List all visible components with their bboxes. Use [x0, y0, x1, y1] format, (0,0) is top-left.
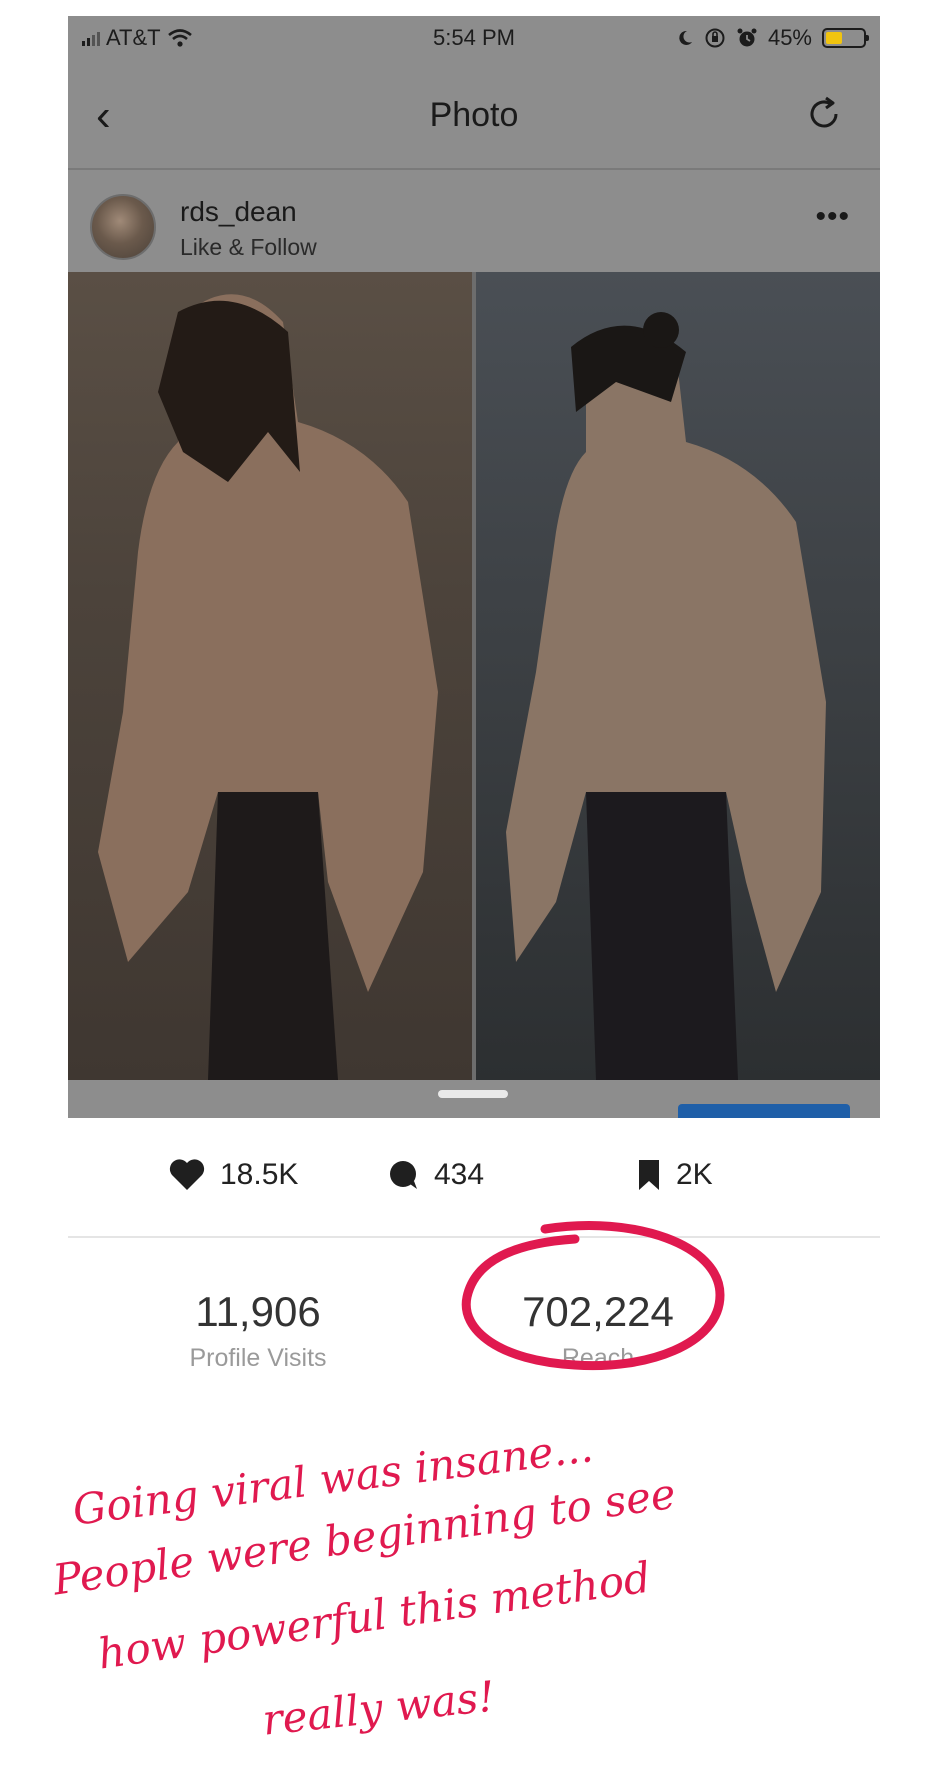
status-right-group: 45% — [676, 25, 869, 51]
handwritten-annotation: Going viral was insane... People were be… — [0, 1422, 928, 1771]
more-options-button[interactable]: ••• — [815, 200, 850, 234]
orientation-lock-icon — [705, 28, 725, 48]
sheet-drag-handle[interactable] — [438, 1090, 508, 1098]
photo-right-panel — [476, 272, 880, 1080]
likes-count: 18.5K — [220, 1158, 299, 1191]
promote-button[interactable] — [678, 1104, 850, 1118]
likes-stat[interactable]: 18.5K — [168, 1158, 298, 1192]
right-figure-image — [506, 312, 826, 1080]
profile-visits-value: 11,906 — [195, 1288, 321, 1335]
highlight-circle-marker — [461, 1221, 725, 1371]
annotation-line-4: really was! — [260, 1671, 498, 1745]
bookmark-icon — [639, 1160, 659, 1190]
post-subtitle: Like & Follow — [180, 234, 317, 260]
moon-icon — [679, 30, 692, 45]
avatar[interactable] — [90, 194, 156, 260]
refresh-icon[interactable] — [802, 92, 846, 136]
saves-stat[interactable]: 2K — [636, 1158, 713, 1192]
profile-visits-metric: 11,906 Profile Visits — [128, 1288, 388, 1373]
comment-icon — [390, 1161, 417, 1189]
status-bar: AT&T 5:54 PM 45% — [68, 16, 880, 60]
alarm-icon — [737, 28, 757, 47]
battery-fill — [826, 32, 842, 44]
comments-count: 434 — [434, 1158, 485, 1191]
photo-left-panel — [68, 272, 472, 1080]
saves-count: 2K — [676, 1158, 713, 1191]
post-photo[interactable] — [68, 272, 880, 1080]
battery-icon — [822, 28, 869, 48]
battery-percent: 45% — [767, 25, 812, 50]
heart-icon — [169, 1159, 205, 1190]
left-figure-image — [98, 294, 438, 1080]
comments-stat[interactable]: 434 — [386, 1158, 484, 1192]
page-title: Photo — [429, 96, 519, 134]
username[interactable]: rds_dean — [180, 196, 297, 228]
post-header: rds_dean Like & Follow ••• — [68, 170, 880, 286]
nav-bar: ‹ Photo — [68, 60, 880, 170]
profile-visits-label: Profile Visits — [189, 1344, 327, 1372]
